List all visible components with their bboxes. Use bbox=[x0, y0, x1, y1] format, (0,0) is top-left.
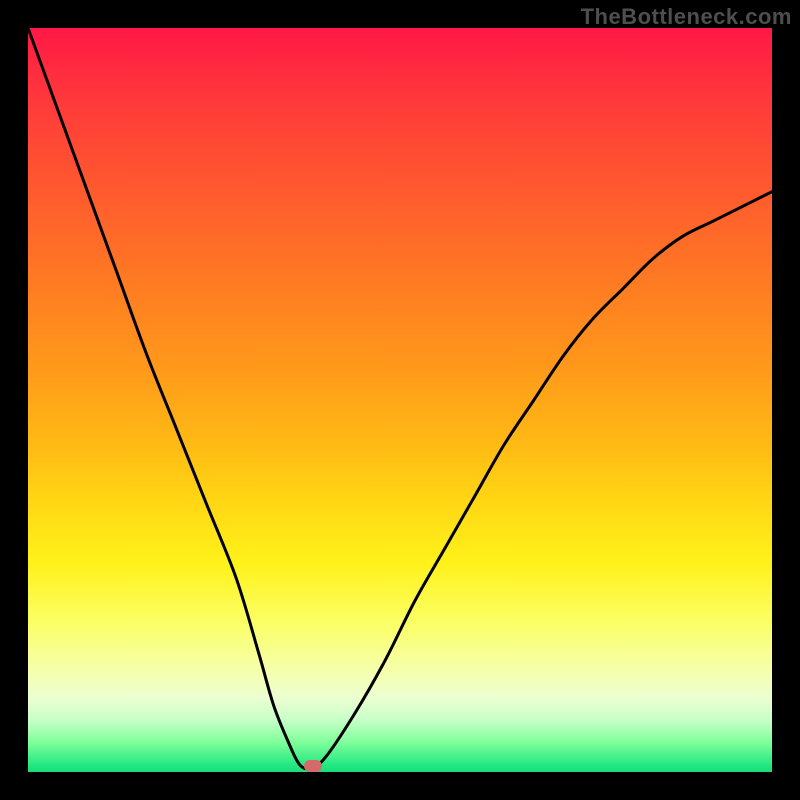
curve-svg bbox=[28, 28, 772, 772]
watermark-text: TheBottleneck.com bbox=[581, 4, 792, 30]
minimum-marker bbox=[304, 760, 322, 772]
bottleneck-curve-path bbox=[28, 28, 772, 769]
plot-area bbox=[28, 28, 772, 772]
chart-frame: TheBottleneck.com bbox=[0, 0, 800, 800]
